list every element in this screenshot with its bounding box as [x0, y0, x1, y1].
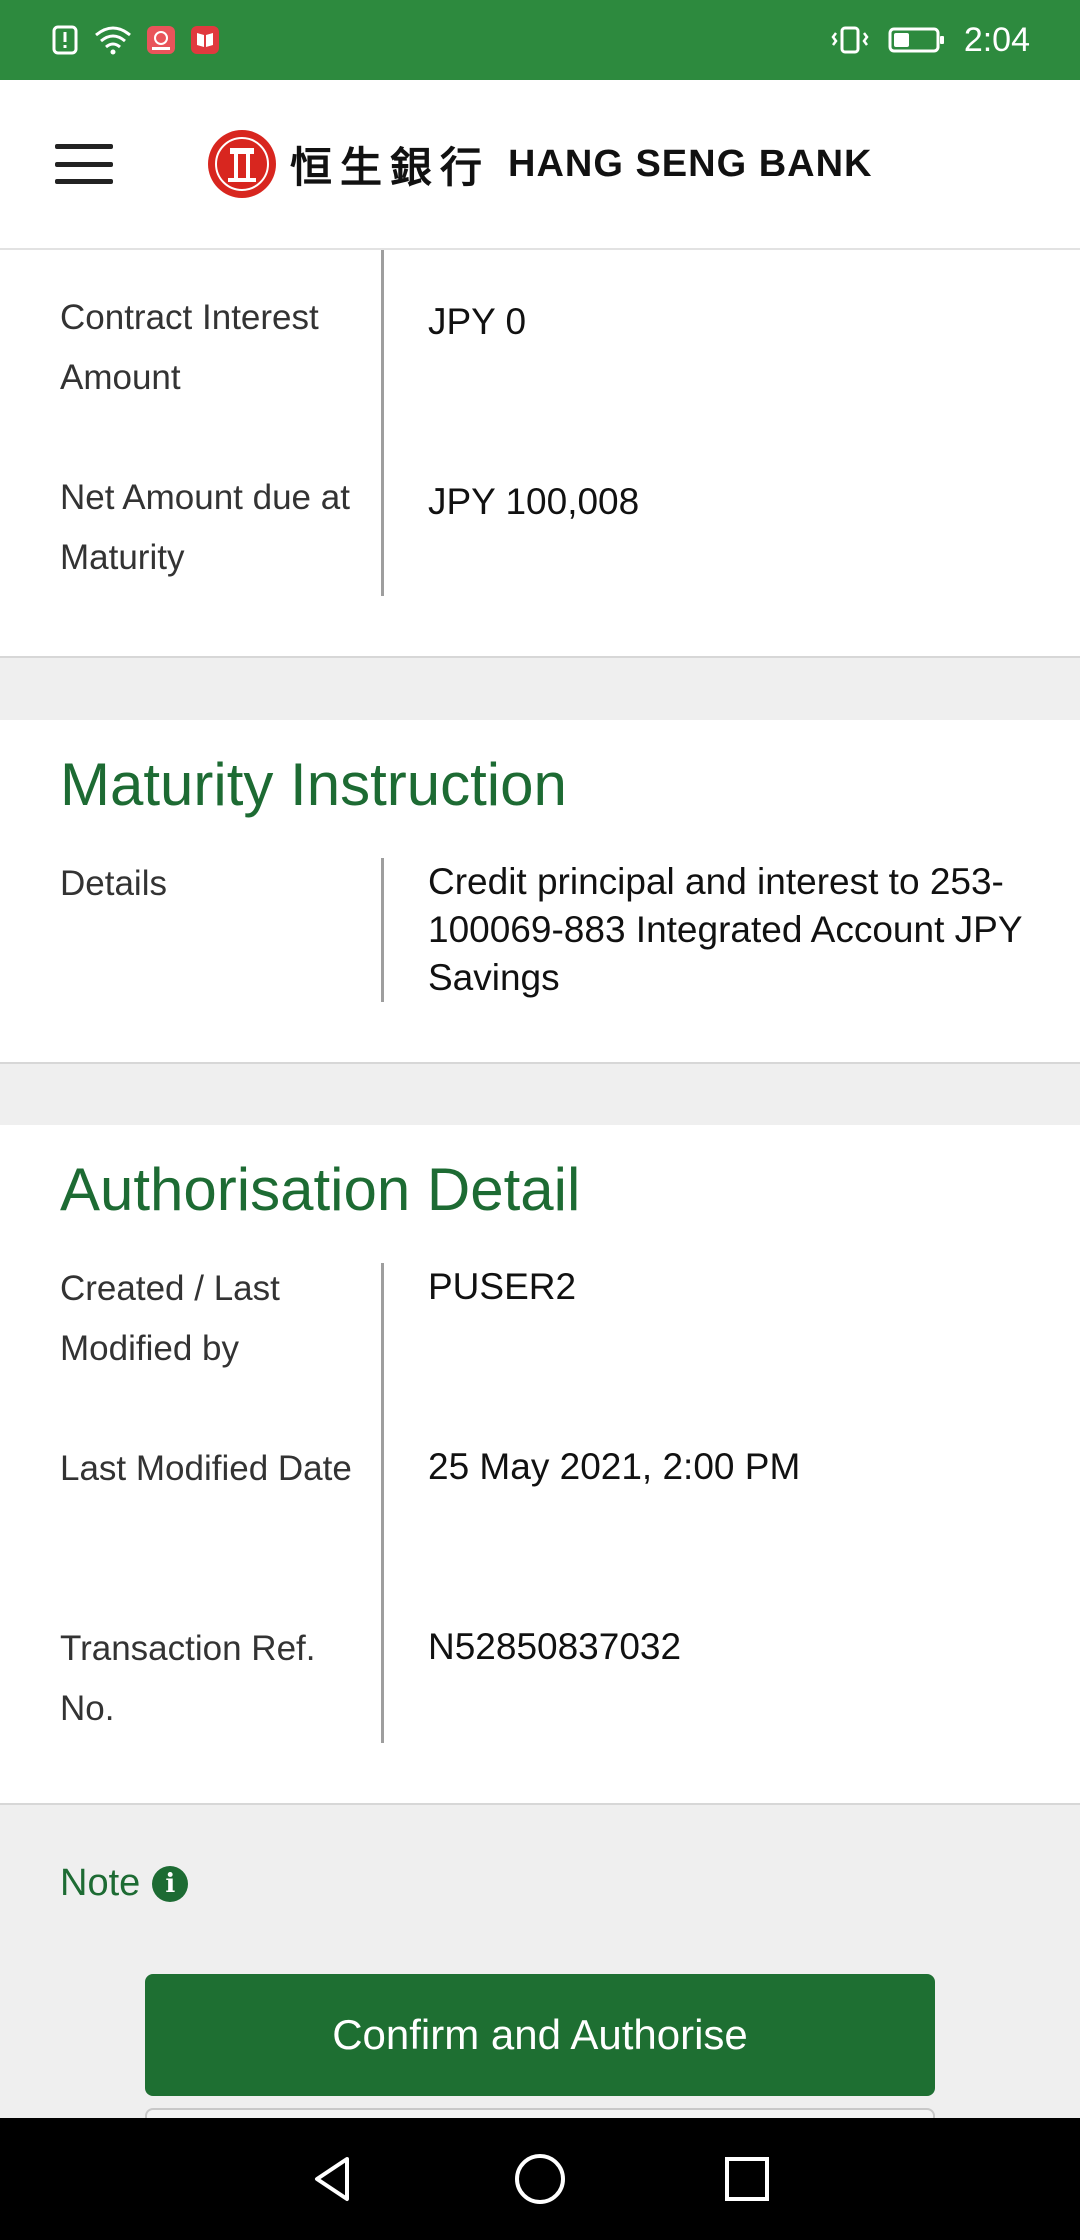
row-value: N52850837032 [428, 1626, 682, 1667]
menu-icon[interactable] [55, 144, 113, 184]
info-icon[interactable]: i [152, 1865, 189, 1902]
row-label: Details [60, 864, 167, 903]
row-value: Credit principal and interest to 253-100… [428, 861, 1022, 998]
brand: 恒生銀行 HANG SENG BANK [208, 130, 872, 198]
app-header: 恒生銀行 HANG SENG BANK [0, 80, 1080, 250]
brand-name-chinese: 恒生銀行 [290, 142, 491, 192]
status-time: 2:04 [963, 20, 1030, 59]
row-label: Created / Last Modified by [60, 1269, 280, 1368]
row-label: Last Modified Date [60, 1449, 352, 1488]
recents-icon[interactable] [717, 2149, 777, 2209]
back-icon[interactable] [303, 2149, 363, 2209]
vibrate-icon [831, 26, 869, 54]
huawei-icon [147, 26, 175, 54]
confirm-and-authorise-button[interactable]: Confirm and Authorise [145, 1974, 935, 2096]
system-nav-bar [0, 2118, 1080, 2240]
wifi-icon [95, 26, 131, 55]
row-value: JPY 0 [428, 301, 527, 342]
book-icon [191, 26, 219, 54]
alert-icon [52, 25, 78, 55]
note-label: Note [60, 1862, 141, 1904]
section-title: Maturity Instruction [60, 751, 567, 818]
hang-seng-logo [208, 130, 276, 198]
row-value: JPY 100,008 [428, 481, 640, 522]
battery-icon [888, 27, 944, 53]
brand-name-english: HANG SENG BANK [508, 142, 873, 185]
column-divider [381, 250, 384, 596]
authorisation-detail-card: Authorisation Detail Created / Last Modi… [0, 1125, 1080, 1805]
row-label: Contract Interest Amount [60, 298, 319, 397]
row-label: Net Amount due at Maturity [60, 478, 350, 577]
status-left-icons [50, 25, 220, 55]
maturity-instruction-card: Maturity Instruction Details Credit prin… [0, 720, 1080, 1064]
row-label: Transaction Ref. No. [60, 1629, 316, 1728]
status-right: 2:04 [830, 21, 1030, 60]
deposit-summary-card: Contract Interest Amount JPY 0 Net Amoun… [0, 250, 1080, 658]
row-value: PUSER2 [428, 1266, 577, 1307]
home-icon[interactable] [510, 2149, 570, 2209]
section-title: Authorisation Detail [60, 1156, 581, 1223]
column-divider [381, 1263, 384, 1743]
note-link[interactable]: Note i [60, 1862, 189, 1905]
row-value: 25 May 2021, 2:00 PM [428, 1446, 801, 1487]
status-bar: 2:04 [0, 0, 1080, 80]
column-divider [381, 858, 384, 1002]
